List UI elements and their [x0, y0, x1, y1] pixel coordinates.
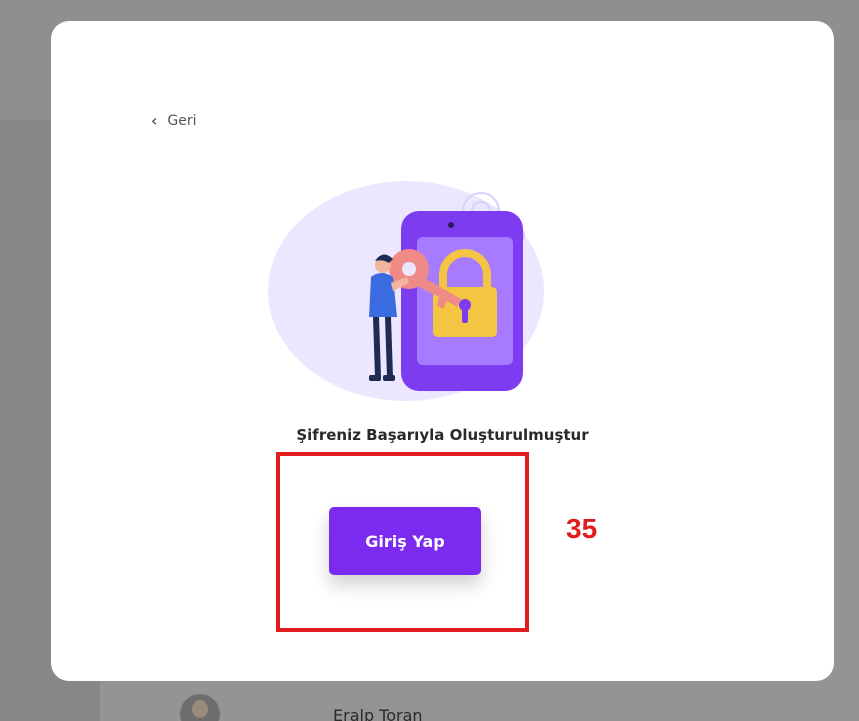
success-message: Şifreniz Başarıyla Oluşturulmuştur	[296, 426, 589, 444]
annotation-label: 35	[566, 513, 598, 544]
chevron-left-icon: ‹	[151, 111, 158, 130]
background-user-name: Eralp Toran	[333, 706, 423, 721]
back-label: Geri	[167, 112, 197, 129]
back-link[interactable]: ‹ Geri	[151, 111, 197, 130]
phone-lock-key-illustration	[261, 171, 551, 401]
annotation-box	[276, 452, 529, 632]
